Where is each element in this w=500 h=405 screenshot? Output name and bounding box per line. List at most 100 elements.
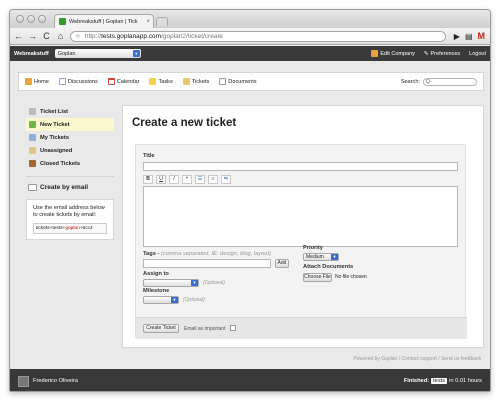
finished-label: Finished: <box>403 378 430 384</box>
page-icon[interactable]: ▤ <box>465 32 473 41</box>
bold-button[interactable]: B <box>143 175 153 184</box>
finished-time: in 0.01 hours <box>449 378 482 384</box>
tickets-icon <box>182 78 190 85</box>
italic-button[interactable]: I <box>169 175 179 184</box>
priority-select[interactable]: Medium ▼ <box>303 253 339 261</box>
sidebar-divider <box>26 176 114 177</box>
nav-item-calendar[interactable]: Calendar <box>107 78 140 85</box>
forward-icon[interactable]: → <box>28 31 37 41</box>
finished-tag: tests <box>431 378 448 384</box>
ticket-email-address[interactable]: tickets+tests+goplan+6cc4 <box>33 223 107 234</box>
search-area: Search: Q‑ <box>401 77 477 86</box>
nav-home-label: Home <box>34 78 49 85</box>
nav-item-documents[interactable]: Documents <box>219 78 257 85</box>
closed-tickets-icon <box>29 160 36 167</box>
form-footer: Create Ticket Email as important <box>136 317 467 339</box>
preferences-label: Preferences <box>430 50 461 57</box>
edit-company-label: Edit Company <box>380 50 415 57</box>
powered-by-footer[interactable]: Powered by Goplan / Contact support / Se… <box>353 356 481 362</box>
sidebar-item-unassigned[interactable]: Unassigned <box>26 144 114 157</box>
link-button[interactable]: ⇆ <box>221 175 231 184</box>
bookmark-star-icon[interactable]: ☆ <box>75 32 81 40</box>
create-by-email-heading: Create by email <box>26 181 114 193</box>
email-important-label: Email as important <box>184 326 226 332</box>
email-important-checkbox[interactable] <box>230 325 236 331</box>
create-ticket-button[interactable]: Create Ticket <box>143 324 179 333</box>
tags-input[interactable] <box>143 259 271 268</box>
sidebar-item-my-tickets[interactable]: My Tickets <box>26 131 114 144</box>
tab-close-icon[interactable]: × <box>146 19 150 25</box>
back-icon[interactable]: ← <box>14 31 23 41</box>
project-select[interactable]: Goplan ▼ <box>54 49 141 58</box>
sidebar-item-ticket-list[interactable]: Ticket List <box>26 105 114 118</box>
ordered-list-button[interactable]: ☰ <box>195 175 205 184</box>
address-bar[interactable]: ☆ http://tests.goplanapp.com/goplan2/tic… <box>70 30 446 42</box>
title-label: Title <box>143 153 155 159</box>
tasks-icon <box>149 78 157 85</box>
status-bar: Frederico Oliveira Finished: tests in 0.… <box>10 369 490 391</box>
user-name[interactable]: Frederico Oliveira <box>33 378 78 384</box>
url-host: tests.goplanapp.com <box>101 32 162 40</box>
new-ticket-icon <box>29 121 36 128</box>
zoom-window-button[interactable] <box>38 15 46 23</box>
nav-calendar-label: Calendar <box>116 78 140 85</box>
minimize-window-button[interactable] <box>27 15 35 23</box>
sidebar-item-label: Ticket List <box>40 108 69 115</box>
unordered-list-button[interactable]: ≡ <box>208 175 218 184</box>
main-content: Create a new ticket Title B U I ❝ ☰ ≡ ⇆ … <box>122 105 484 348</box>
assign-select[interactable]: ▼ <box>143 279 199 287</box>
email-info-box: Use the email address below to create ti… <box>26 199 114 240</box>
tags-hint: (comma separated. IE: design, blog, layo… <box>160 251 271 257</box>
browser-toolbar: ← → C ⌂ ☆ http://tests.goplanapp.com/gop… <box>10 28 490 45</box>
reload-icon[interactable]: C <box>42 31 51 41</box>
wrench-icon: ✎ <box>423 50 429 57</box>
finished-info: Finished: tests in 0.01 hours <box>404 378 482 384</box>
sidebar-item-new-ticket[interactable]: New Ticket <box>26 118 114 131</box>
edit-company-link[interactable]: Edit Company <box>371 50 415 57</box>
search-input[interactable]: Q‑ <box>423 77 477 86</box>
assign-label: Assign to <box>143 271 169 277</box>
add-tag-button[interactable]: Add <box>275 259 289 268</box>
sidebar-item-closed-tickets[interactable]: Closed Tickets <box>26 157 114 170</box>
sidebar-item-label: Closed Tickets <box>40 160 81 167</box>
nav-discussions-label: Discussions <box>67 78 98 85</box>
discussions-icon <box>58 78 66 85</box>
nav-item-discussions[interactable]: Discussions <box>58 78 98 85</box>
milestone-label: Milestone <box>143 288 170 294</box>
email-suffix: +6cc4 <box>79 226 93 231</box>
close-window-button[interactable] <box>16 15 24 23</box>
ticket-form: Title B U I ❝ ☰ ≡ ⇆ Tags - (comma separa… <box>135 144 467 339</box>
select-arrow-icon: ▼ <box>331 254 338 260</box>
nav-item-tickets[interactable]: Tickets <box>182 78 210 85</box>
editor-toolbar: B U I ❝ ☰ ≡ ⇆ <box>143 175 231 184</box>
sidebar-item-label: My Tickets <box>40 134 69 141</box>
description-textarea[interactable] <box>143 186 458 247</box>
toolbar-icons: ▶ ▤ M <box>454 31 485 41</box>
gmail-icon[interactable]: M <box>478 31 486 41</box>
preferences-link[interactable]: ✎ Preferences <box>424 51 460 57</box>
title-input[interactable] <box>143 162 458 171</box>
new-tab-button[interactable] <box>156 17 168 26</box>
email-info-text: Use the email address below to create ti… <box>33 205 105 218</box>
browser-tab[interactable]: Webreakstuff | Goplan | Tick × <box>54 14 154 28</box>
choose-file-button[interactable]: Choose File <box>303 273 332 282</box>
tags-label: Tags - (comma separated. IE: design, blo… <box>143 251 271 257</box>
home-icon[interactable]: ⌂ <box>56 31 65 41</box>
logout-link[interactable]: Logout <box>469 51 486 57</box>
underline-button[interactable]: U <box>156 175 166 184</box>
priority-label: Priority <box>303 245 323 251</box>
email-highlight: goplan <box>65 226 80 231</box>
no-file-text: No file chosen <box>335 274 367 280</box>
nav-tasks-label: Tasks <box>158 78 173 85</box>
unassigned-icon <box>29 147 36 154</box>
play-icon[interactable]: ▶ <box>454 32 460 41</box>
documents-icon <box>219 78 227 85</box>
milestone-select[interactable]: ▼ <box>143 296 179 304</box>
nav-tickets-label: Tickets <box>191 78 210 85</box>
nav-item-tasks[interactable]: Tasks <box>149 78 173 85</box>
select-arrow-icon: ▼ <box>132 50 140 57</box>
nav-item-home[interactable]: Home <box>25 78 49 85</box>
quote-button[interactable]: ❝ <box>182 175 192 184</box>
email-prefix: tickets+tests+ <box>36 226 66 231</box>
priority-value: Medium <box>306 254 324 260</box>
